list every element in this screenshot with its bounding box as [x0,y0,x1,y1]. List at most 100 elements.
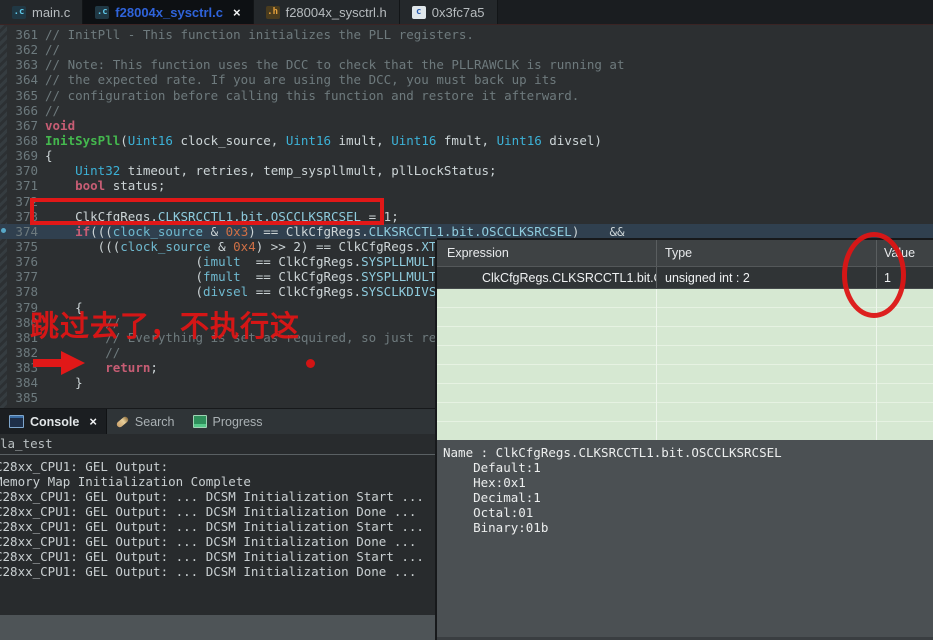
console-output[interactable]: la_test C28xx_CPU1: GEL Output: Memory M… [0,434,437,615]
line-number[interactable]: 384 [7,375,45,390]
code-text: // InitPll - This function initializes t… [45,27,474,42]
line-number[interactable]: 381 [7,330,45,345]
code-text: bool status; [75,178,166,194]
code-text: (fmult == ClkCfgRegs.SYSPLLMULT.bit. [45,269,475,285]
tab-label: Console [30,414,80,429]
column-header-value[interactable]: Value [877,240,933,266]
code-text: void [45,117,76,133]
console-line: C28xx_CPU1: GEL Output: ... DCSM Initial… [0,549,424,564]
code-line-370: 370 Uint32 timeout, retries, temp_syspll… [0,163,933,178]
line-number[interactable]: 363 [7,57,45,72]
line-number[interactable]: 374 [7,224,45,239]
console-line: Memory Map Initialization Complete [0,474,251,489]
column-separator [656,289,657,440]
code-text: } [45,375,83,391]
tab-f28004x-sysctrl-c[interactable]: .c f28004x_sysctrl.c × [83,0,254,24]
instruction-pointer-marker-icon [1,228,6,233]
tab-console[interactable]: Console × [0,409,107,434]
c-file-icon: .c [95,5,110,19]
expression-name: ClkCfgRegs.CLKSRCCTL1.bit.OSC [482,270,656,285]
console-icon [9,415,24,428]
code-text: { [45,299,83,315]
code-line-373: 373 ClkCfgRegs.CLKSRCCTL1.bit.OSCCLKSRCS… [0,209,933,224]
line-number[interactable]: 361 [7,27,45,42]
code-text: InitSysPll(Uint16 clock_source, Uint16 i… [45,132,602,148]
tab-label: main.c [32,4,71,20]
expression-detail-pane: Name : ClkCfgRegs.CLKSRCCTL1.bit.OSCCLKS… [437,440,933,637]
expressions-empty-area[interactable] [437,289,933,440]
line-number[interactable]: 385 [7,390,45,405]
code-text: (((clock_source & 0x4) >> 2) == ClkCfgRe… [45,238,482,254]
code-text: Uint32 timeout, retries, temp_syspllmult… [75,163,497,179]
line-number[interactable]: 371 [7,178,45,193]
expression-type: unsigned int : 2 [657,267,877,288]
line-number[interactable]: 380 [7,315,45,330]
console-line: C28xx_CPU1: GEL Output: ... DCSM Initial… [0,489,424,504]
code-line-363: 363// Note: This function uses the DCC t… [0,57,933,72]
line-number[interactable]: 382 [7,345,45,360]
code-line-374: 374 if(((clock_source & 0x3) == ClkCfgRe… [0,223,933,239]
tab-label: Search [134,414,175,429]
line-number[interactable]: 364 [7,72,45,87]
line-number[interactable]: 368 [7,133,45,148]
c-file-icon: .c [12,5,26,19]
code-line-366: 366// [0,103,933,118]
code-text: // the expected rate. If you are using t… [45,72,557,88]
column-header-expression[interactable]: Expression [437,240,657,266]
code-text: // [45,42,61,58]
detail-line: Name : ClkCfgRegs.CLKSRCCTL1.bit.OSCCLKS… [443,445,782,460]
detail-line: Octal:01 [443,505,534,520]
code-text: ClkCfgRegs.CLKSRCCTL1.bit.OSCCLKSRCSEL =… [45,208,399,224]
close-icon[interactable]: × [233,5,241,20]
console-line: C28xx_CPU1: GEL Output: ... DCSM Initial… [0,534,417,549]
code-line-367: 367 void [0,118,933,133]
console-line: C28xx_CPU1: GEL Output: ... DCSM Initial… [0,504,417,519]
detail-line: Hex:0x1 [443,475,526,490]
editor-tab-bar: .c main.c .c f28004x_sysctrl.c × .h f280… [0,0,933,25]
code-text: // [45,344,121,360]
code-line-362: 362// [0,42,933,57]
line-number[interactable]: 362 [7,42,45,57]
line-number[interactable]: 383 [7,360,45,375]
line-number[interactable]: 366 [7,103,45,118]
code-line-361: 361// InitPll - This function initialize… [0,27,933,42]
column-separator [876,289,877,440]
code-text: // Note: This function uses the DCC to c… [45,57,625,73]
line-number[interactable]: 377 [7,269,45,284]
line-number[interactable]: 370 [7,163,45,178]
line-number[interactable]: 379 [7,300,45,315]
console-line: C28xx_CPU1: GEL Output: ... DCSM Initial… [0,519,424,534]
code-text: (imult == ClkCfgRegs.SYSPLLMULT.bit. [45,254,475,270]
tab-search[interactable]: Search [107,409,184,434]
detail-line: Decimal:1 [443,490,541,505]
line-number[interactable]: 376 [7,254,45,269]
code-line-371: 371 bool status; [0,178,933,193]
c-file-icon: c [411,5,426,19]
console-launch-title: la_test [0,434,437,455]
expression-row[interactable]: ClkCfgRegs.CLKSRCCTL1.bit.OSC unsigned i… [437,267,933,289]
tab-progress[interactable]: Progress [184,409,272,434]
h-file-icon: .h [265,5,280,19]
line-number[interactable]: 367 [7,118,45,133]
status-strip [0,615,437,640]
code-line-364: 364// the expected rate. If you are usin… [0,72,933,87]
line-number[interactable]: 369 [7,148,45,163]
line-number[interactable]: 373 [7,209,45,224]
console-line: C28xx_CPU1: GEL Output: ... DCSM Initial… [0,564,417,579]
line-number[interactable]: 365 [7,88,45,103]
line-number[interactable]: 378 [7,284,45,299]
tab-f28004x-sysctrl-h[interactable]: .h f28004x_sysctrl.h [253,0,400,24]
ide-window: .c main.c .c f28004x_sysctrl.c × .h f280… [0,0,933,640]
tab-label: Progress [212,414,263,429]
tab-main-c[interactable]: .c main.c [0,0,84,24]
code-text: // configuration before calling this fun… [45,87,580,103]
code-text: return; [105,360,158,376]
code-line-368: 368 InitSysPll(Uint16 clock_source, Uint1… [0,133,933,148]
line-number[interactable]: 375 [7,239,45,254]
tab-0x3fc7a5[interactable]: c 0x3fc7a5 [399,0,498,24]
column-header-type[interactable]: Type [657,240,877,266]
detail-line: Binary:01b [443,520,549,535]
line-number[interactable]: 372 [7,194,45,209]
close-icon[interactable]: × [89,414,97,429]
code-text: // [45,314,121,330]
